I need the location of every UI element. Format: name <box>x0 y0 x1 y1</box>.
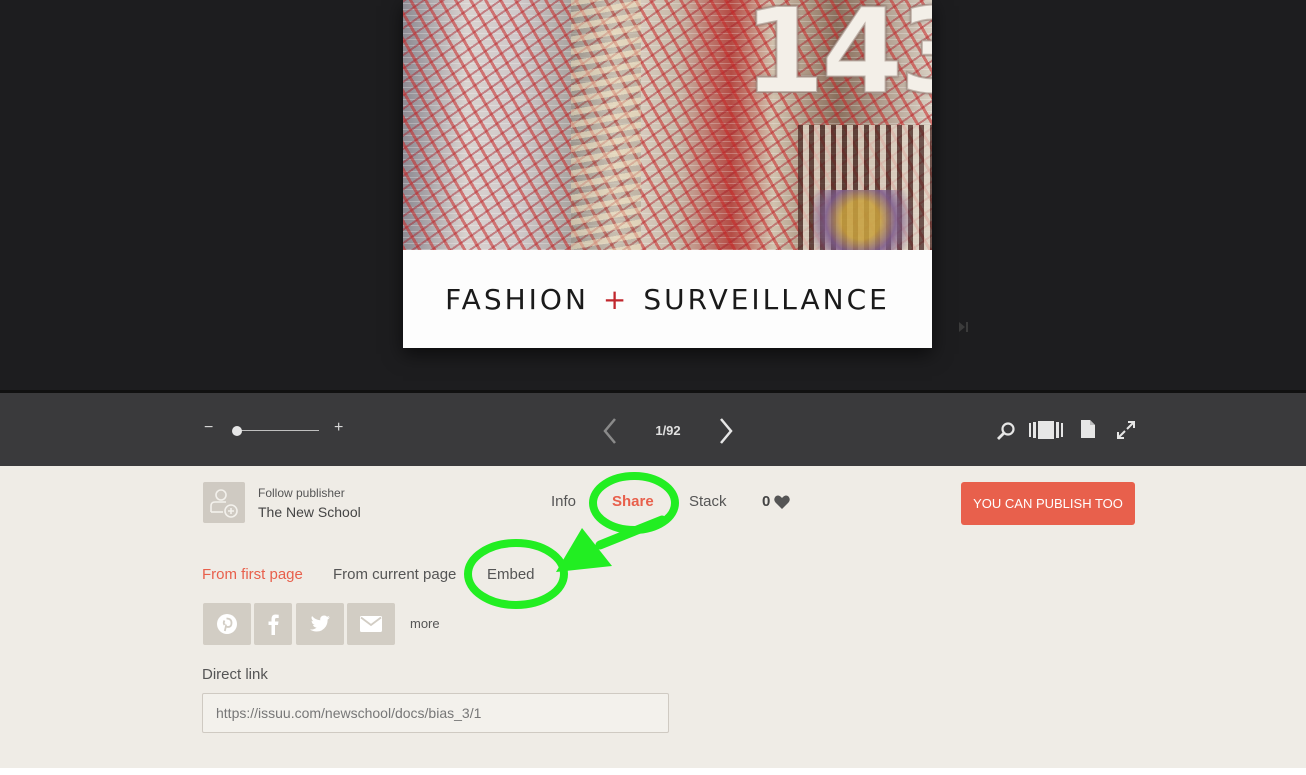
twitter-icon <box>310 615 330 632</box>
publisher-name[interactable]: The New School <box>258 504 361 520</box>
follow-publisher-label[interactable]: Follow publisher <box>258 486 345 500</box>
cover-page[interactable]: 143 FASHION + SURVEILLANCE <box>403 0 932 348</box>
cover-title-left: FASHION <box>445 282 589 316</box>
page-bottom-edge <box>0 768 1306 775</box>
issuu-viewer-page: 143 FASHION + SURVEILLANCE − + 1/92 <box>0 0 1306 775</box>
cover-title-plus: + <box>602 282 630 316</box>
previous-page-icon[interactable] <box>602 417 618 450</box>
cover-fabric-stripe <box>571 0 641 250</box>
search-icon[interactable] <box>996 421 1016 446</box>
heart-icon <box>774 495 791 509</box>
email-icon <box>360 616 382 632</box>
cover-title-right: SURVEILLANCE <box>643 282 890 316</box>
follow-publisher-avatar[interactable] <box>203 482 245 523</box>
twitter-share-button[interactable] <box>296 603 344 645</box>
like-count: 0 <box>762 493 771 510</box>
pinterest-share-button[interactable] <box>203 603 251 645</box>
document-viewer[interactable]: 143 FASHION + SURVEILLANCE <box>0 0 1306 390</box>
cover-title-band: FASHION + SURVEILLANCE <box>403 250 932 348</box>
email-share-button[interactable] <box>347 603 395 645</box>
tab-stack[interactable]: Stack <box>689 493 727 510</box>
double-page-spread-icon[interactable] <box>1029 421 1063 444</box>
facebook-share-button[interactable] <box>254 603 292 645</box>
cover-image: 143 <box>403 0 932 250</box>
pinterest-icon <box>217 614 237 634</box>
direct-link-label: Direct link <box>202 666 268 683</box>
cover-title: FASHION + SURVEILLANCE <box>445 283 890 316</box>
zoom-out-button[interactable]: − <box>204 419 213 437</box>
last-page-icon[interactable] <box>957 320 969 336</box>
cover-embroidery <box>813 190 932 250</box>
page-counter: 1/92 <box>655 423 681 438</box>
zoom-slider-handle[interactable] <box>232 426 243 436</box>
share-embed[interactable]: Embed <box>487 566 535 583</box>
publish-button[interactable]: YOU CAN PUBLISH TOO <box>961 482 1135 525</box>
more-share-options-link[interactable]: more <box>410 616 440 631</box>
zoom-slider-track[interactable] <box>233 430 319 431</box>
zoom-in-button[interactable]: + <box>334 419 343 437</box>
document-info-panel: Follow publisher The New School Info Sha… <box>0 466 1306 775</box>
cover-jersey-number: 143 <box>742 0 932 121</box>
next-page-icon[interactable] <box>718 417 734 450</box>
direct-link-field[interactable] <box>202 693 669 733</box>
like-button[interactable]: 0 <box>762 493 791 510</box>
single-page-icon[interactable] <box>1081 420 1095 443</box>
share-from-current-page[interactable]: From current page <box>333 566 456 583</box>
viewer-toolbar: − + 1/92 <box>0 390 1306 466</box>
share-from-first-page[interactable]: From first page <box>202 566 303 583</box>
tab-info[interactable]: Info <box>551 493 576 510</box>
facebook-icon <box>268 614 279 635</box>
fullscreen-icon[interactable] <box>1116 420 1136 445</box>
tab-share[interactable]: Share <box>612 493 654 510</box>
